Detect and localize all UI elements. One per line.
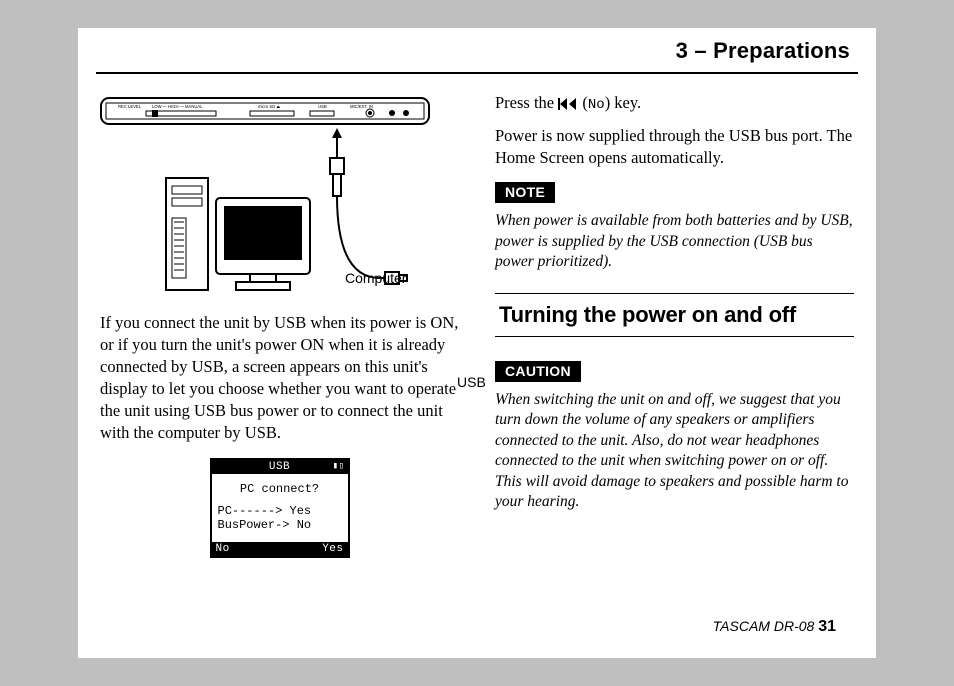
svg-text:REC LEVEL: REC LEVEL	[118, 104, 142, 109]
footer-page-number: 31	[818, 618, 836, 635]
press-paren-close: ) key.	[605, 93, 642, 112]
usb-label: USB	[457, 374, 486, 390]
press-pre-text: Press the	[495, 93, 558, 112]
recorder-top-view-icon: REC LEVEL LOW — HIGH — MANUAL micro SD ⏏…	[100, 92, 430, 132]
two-column-layout: REC LEVEL LOW — HIGH — MANUAL micro SD ⏏…	[78, 92, 876, 558]
lcd-footer: No Yes	[212, 542, 348, 556]
lcd-title: USB	[269, 461, 290, 473]
page-footer: TASCAM DR-08 31	[713, 618, 836, 636]
rewind-key-icon	[558, 98, 578, 110]
note-badge: NOTE	[495, 182, 555, 203]
chapter-title: 3 – Preparations	[676, 38, 850, 63]
caution-badge: CAUTION	[495, 361, 581, 382]
lcd-body: PC connect? PC------> Yes BusPower-> No	[212, 474, 348, 542]
left-paragraph-1: If you connect the unit by USB when its …	[100, 312, 459, 444]
right-paragraph-2: Power is now supplied through the USB bu…	[495, 125, 854, 169]
press-key-line: Press the (No) key.	[495, 92, 854, 115]
manual-page: 3 – Preparations REC LEVEL LOW — HIGH — …	[78, 28, 876, 658]
lcd-line-buspower: BusPower-> No	[218, 518, 342, 532]
battery-icon: ▮▯	[333, 461, 345, 471]
lcd-footer-yes: Yes	[322, 543, 343, 555]
note-text: When power is available from both batter…	[495, 211, 854, 272]
lcd-screenshot: USB ▮▯ PC connect? PC------> Yes BusPowe…	[210, 458, 350, 558]
footer-product: TASCAM DR-08	[713, 618, 815, 634]
section-heading-rule: Turning the power on and off	[495, 293, 854, 337]
lcd-title-bar: USB ▮▯	[212, 460, 348, 474]
section-heading: Turning the power on and off	[499, 302, 850, 328]
svg-text:LOW — HIGH — MANUAL: LOW — HIGH — MANUAL	[152, 104, 203, 109]
connection-diagram: REC LEVEL LOW — HIGH — MANUAL micro SD ⏏…	[100, 92, 459, 302]
computer-label: Computer	[345, 270, 406, 286]
lcd-question: PC connect?	[218, 482, 342, 496]
page-header: 3 – Preparations	[96, 28, 858, 74]
svg-text:MIC/EXT. IN: MIC/EXT. IN	[350, 104, 373, 109]
lcd-line-pc: PC------> Yes	[218, 504, 342, 518]
left-column: REC LEVEL LOW — HIGH — MANUAL micro SD ⏏…	[100, 92, 459, 558]
lcd-footer-no: No	[216, 543, 230, 555]
svg-text:micro SD ⏏: micro SD ⏏	[258, 104, 280, 109]
right-column: Press the (No) key. Power is now supplie…	[495, 92, 854, 558]
key-no-symbol: No	[588, 97, 605, 113]
svg-text:USB: USB	[318, 104, 327, 109]
caution-text: When switching the unit on and off, we s…	[495, 390, 854, 513]
